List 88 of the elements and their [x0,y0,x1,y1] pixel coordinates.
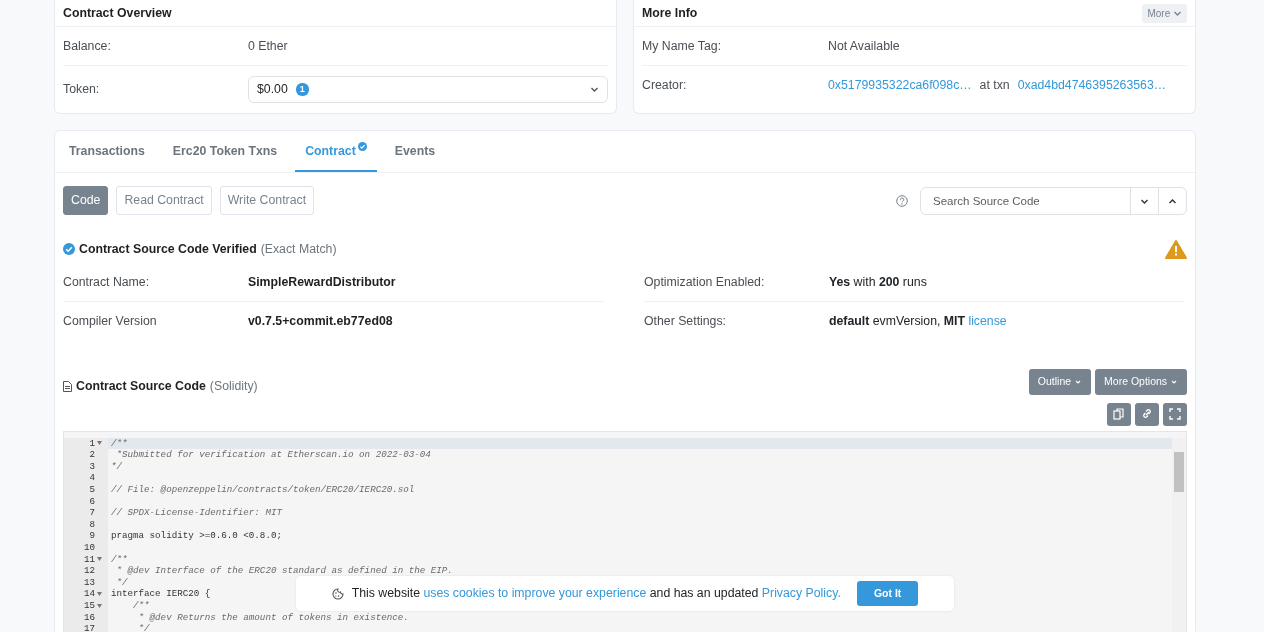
copy-button[interactable] [1107,402,1131,426]
line-number: 1 [89,437,95,450]
link-icon [1141,408,1153,421]
line-number: 11 [83,553,95,566]
line-number: 4 [89,472,95,484]
help-icon [896,194,908,207]
line-number: 13 [83,576,95,589]
field-label: Contract Name: [63,273,151,291]
code-line: */ [115,576,128,589]
cookie-icon [331,587,344,600]
card-title: More Info [642,4,698,22]
tab[interactable]: Transactions [59,131,155,173]
code-line: // SPDX-License-Identifier: MIT [110,507,282,519]
code-line: */ [137,623,150,632]
language-note: (Solidity) [209,377,258,395]
check-circle-icon [357,142,367,151]
line-number: 9 [89,530,95,542]
link-button[interactable] [1135,402,1159,426]
field-value: SimpleRewardDistributor [248,273,396,291]
code-line: // File: @openzeppelin/contracts/token/ERC20/IERC20.sol [110,484,415,496]
transaction-link[interactable]: 0xad4bd4746395263563… [1017,75,1167,95]
tab[interactable]: Contract [295,131,377,173]
search-field[interactable]: Search Source Code [920,186,1131,215]
accept-button[interactable]: Got It [856,580,919,607]
token-dropdown[interactable]: $0.00 1 [248,76,608,103]
check-circle-icon [63,243,75,256]
code-line: /** [132,599,150,612]
field-value: 0 Ether [248,37,288,55]
field-label: Token: [63,81,101,99]
cookie-policy-link[interactable]: uses cookies to improve your experience [423,586,647,601]
dropdown-button[interactable]: Outline [1028,368,1092,395]
field-value: default evmVersion, MIT license [829,313,1007,331]
tab[interactable]: Write Contract [219,186,315,215]
field-value: Not Available [828,37,900,55]
field-label: My Name Tag: [642,37,723,55]
line-number: 6 [89,495,95,508]
line-number: 12 [83,565,95,577]
cookie-message: This website uses cookies to improve your experience and has an updated Privacy Policy. [351,585,841,603]
code-line: *Submitted for verification at Etherscan.io on 2022-03-04 [115,449,431,461]
copy-icon [1113,408,1125,421]
chevron-down-icon [1173,9,1182,19]
more-button[interactable]: More [1142,3,1187,23]
chevron-down-icon [590,85,599,94]
line-number: 10 [83,541,95,554]
field-label: Balance: [63,37,112,55]
code-line: */ [110,460,123,473]
line-number: 16 [83,611,95,624]
chevron-up-icon [1168,196,1177,206]
code-line: /** [110,437,128,450]
tab[interactable]: Read Contract [116,186,212,215]
code-line: pragma solidity >=0.6.0 <0.8.0; [110,530,282,542]
field-value: v0.7.5+commit.eb77ed08 [248,313,393,331]
fullscreen-button[interactable] [1163,402,1187,426]
field-label: Other Settings: [644,313,728,331]
line-number: 15 [83,599,95,612]
tab[interactable]: Events [384,131,446,173]
token-value: $0.00 [257,81,288,99]
match-note: (Exact Match) [260,241,337,259]
license-link[interactable]: license [968,314,1007,329]
code-line: interface IERC20 { [110,588,211,600]
scrollbar[interactable] [1172,437,1186,632]
line-number: 2 [89,449,95,461]
field-label: Optimization Enabled: [644,273,766,291]
field-label: Creator: [642,76,688,94]
dropdown-button[interactable]: More Options [1095,368,1187,395]
line-number: 17 [83,623,95,632]
field-label: Compiler Version [63,313,158,331]
address-link[interactable]: 0x5179935322ca6f098c… [828,75,972,95]
section-title: Contract Source Code [76,377,206,395]
file-icon [63,380,72,392]
privacy-policy-link[interactable]: Privacy Policy. [761,586,841,601]
code-line: /** [110,553,128,566]
line-number: 8 [89,518,95,531]
code-line: * @dev Interface of the ERC20 standard as defined in the EIP. [115,565,453,577]
tab[interactable]: Code [63,186,109,215]
line-number: 7 [89,507,95,519]
code-line: * @dev Returns the amount of tokens in existence. [137,611,409,624]
line-number: 5 [89,484,95,496]
section-title: Contract Source Code Verified [79,241,257,259]
fullscreen-icon [1169,408,1181,421]
card-title: Contract Overview [63,4,172,22]
warning-icon [1165,239,1187,259]
tab[interactable]: Erc20 Token Txns [162,131,288,173]
field-value: Yes with 200 runs [829,273,927,291]
field-text: at txn [979,76,1010,94]
count-badge: 1 [295,83,309,96]
line-number: 14 [83,588,95,600]
line-number: 3 [89,460,95,473]
